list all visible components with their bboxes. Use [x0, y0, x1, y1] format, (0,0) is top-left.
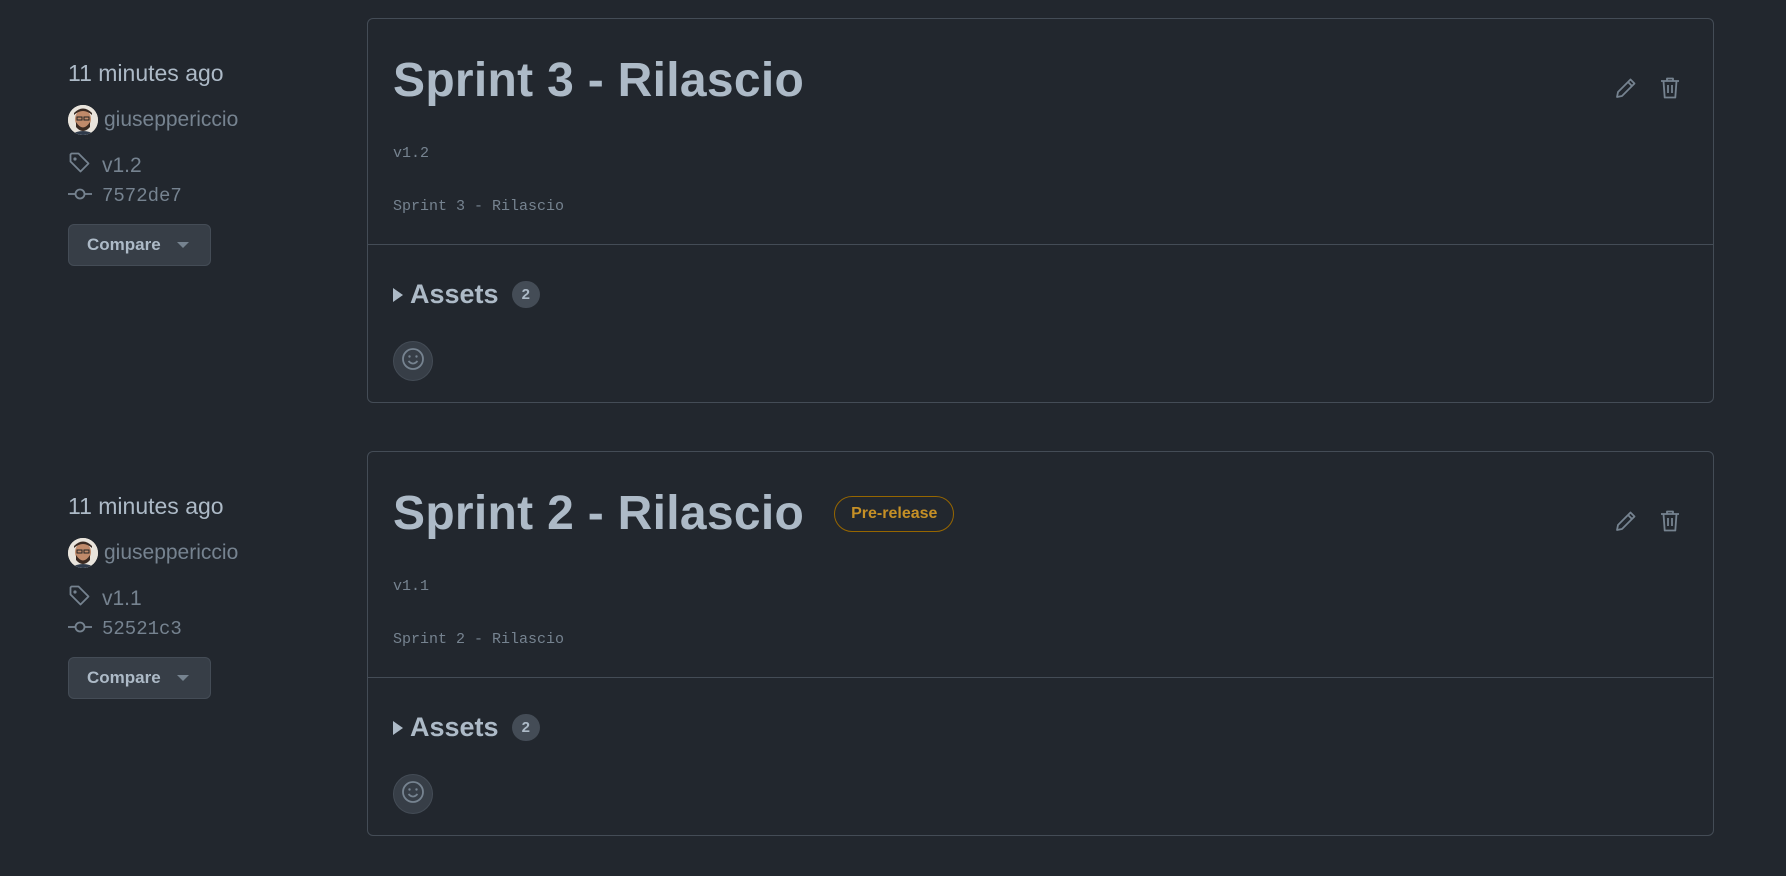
tag-icon — [68, 584, 92, 614]
add-reaction-button[interactable] — [393, 774, 433, 814]
assets-count: 2 — [511, 281, 540, 308]
release-description: Sprint 3 - Rilascio — [393, 198, 565, 215]
pencil-icon[interactable] — [1613, 508, 1639, 534]
commit-sha[interactable]: 7572de7 — [102, 185, 182, 207]
release-title[interactable]: Sprint 2 - Rilascio — [393, 486, 804, 541]
assets-toggle[interactable]: Assets 2 — [393, 712, 540, 743]
author-name[interactable]: giuseppericcio — [104, 108, 238, 132]
release-tag-name: v1.1 — [393, 578, 430, 595]
commit-icon — [68, 618, 92, 640]
release-actions — [1613, 508, 1683, 534]
avatar[interactable] — [68, 538, 98, 568]
commit-icon — [68, 185, 92, 207]
release-card: Sprint 2 - Rilascio Pre-release v1.1 Spr… — [367, 451, 1714, 836]
release-tag[interactable]: v1.1 — [68, 584, 142, 614]
pre-release-badge: Pre-release — [834, 495, 955, 532]
assets-label: Assets — [410, 279, 499, 309]
release-header: Sprint 3 - Rilascio v1.2 Sprint 3 - Rila… — [368, 19, 1713, 245]
pencil-icon[interactable] — [1613, 75, 1639, 101]
compare-label: Compare — [87, 668, 161, 687]
trash-icon[interactable] — [1657, 75, 1683, 101]
smiley-icon — [401, 780, 425, 809]
assets-toggle[interactable]: Assets 2 — [393, 279, 540, 310]
release-description: Sprint 2 - Rilascio — [393, 631, 565, 648]
release-commit[interactable]: 52521c3 — [68, 618, 182, 640]
caret-down-icon — [176, 675, 189, 681]
release-header: Sprint 2 - Rilascio Pre-release v1.1 Spr… — [368, 452, 1713, 678]
caret-down-icon — [176, 242, 189, 248]
release-time: 11 minutes ago — [68, 60, 224, 86]
release-tag[interactable]: v1.2 — [68, 151, 142, 181]
release-actions — [1613, 75, 1683, 101]
avatar[interactable] — [68, 105, 98, 135]
triangle-right-icon — [393, 720, 403, 735]
release-author[interactable]: giuseppericcio — [68, 537, 238, 569]
compare-button[interactable]: Compare — [68, 224, 211, 266]
compare-button[interactable]: Compare — [68, 657, 211, 699]
release-title-row: Sprint 2 - Rilascio Pre-release — [393, 486, 955, 541]
release-author[interactable]: giuseppericcio — [68, 104, 238, 136]
tag-label[interactable]: v1.2 — [102, 154, 142, 178]
release-title-row: Sprint 3 - Rilascio — [393, 53, 804, 108]
tag-label[interactable]: v1.1 — [102, 587, 142, 611]
release-card: Sprint 3 - Rilascio v1.2 Sprint 3 - Rila… — [367, 18, 1714, 403]
release-commit[interactable]: 7572de7 — [68, 185, 182, 207]
release-item: 11 minutes ago giuseppericcio — [0, 18, 1786, 428]
assets-count: 2 — [511, 714, 540, 741]
release-title[interactable]: Sprint 3 - Rilascio — [393, 53, 804, 108]
tag-icon — [68, 151, 92, 181]
trash-icon[interactable] — [1657, 508, 1683, 534]
release-item: 11 minutes ago giuseppericcio — [0, 451, 1786, 861]
release-time: 11 minutes ago — [68, 493, 224, 519]
commit-sha[interactable]: 52521c3 — [102, 618, 182, 640]
add-reaction-button[interactable] — [393, 341, 433, 381]
assets-label: Assets — [410, 712, 499, 742]
smiley-icon — [401, 347, 425, 376]
compare-label: Compare — [87, 235, 161, 254]
author-name[interactable]: giuseppericcio — [104, 541, 238, 565]
triangle-right-icon — [393, 287, 403, 302]
release-tag-name: v1.2 — [393, 145, 430, 162]
